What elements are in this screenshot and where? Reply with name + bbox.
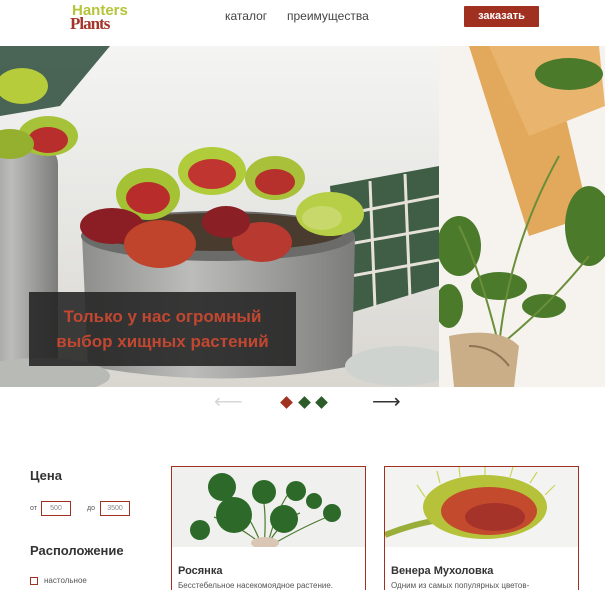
product-image [385,467,578,547]
slider-dot-1[interactable] [280,396,293,409]
price-from-input[interactable]: 500 [41,501,71,516]
hero-next-slide-image [439,46,605,387]
price-to-label: до [87,505,95,512]
price-filter-title: Цена [30,468,62,483]
nav-benefits[interactable]: преимущества [287,9,369,23]
price-to-input[interactable]: 3500 [100,501,130,516]
product-name: Росянка [178,565,223,577]
prev-arrow-icon[interactable]: ⟵ [214,392,243,412]
flytrap-image [385,467,578,547]
nav-catalog[interactable]: каталог [225,9,267,23]
hero-slider: Только у нас огромный выбор хищных расте… [0,46,605,387]
location-option-label: настольное [44,576,87,585]
product-card[interactable]: Росянка Бесстебельное насекомоядное раст… [171,466,366,590]
slider-dot-2[interactable] [298,396,311,409]
product-name: Венера Мухоловка [391,565,494,577]
next-arrow-icon[interactable]: ⟶ [372,392,401,412]
hero-caption-text: Только у нас огромный выбор хищных расте… [56,307,269,351]
header: Hanters Plants каталог преимущества зака… [0,0,605,46]
logo[interactable]: Hanters Plants [70,2,134,33]
product-card[interactable]: Венера Мухоловка Одним из самых популярн… [384,466,579,590]
pilea-plant-image [172,467,365,547]
slider-dot-3[interactable] [315,396,328,409]
logo-bottom-text: Plants [70,14,110,33]
location-checkbox[interactable] [30,577,38,585]
price-from-label: от [30,505,37,512]
location-filter-title: Расположение [30,543,124,558]
hero-caption: Только у нас огромный выбор хищных расте… [29,292,296,366]
product-description: Бесстебельное насекомоядное растение. [178,581,334,590]
slider-controls: ⟵ ⟶ [0,390,605,418]
houseplant-illustration [439,46,605,387]
product-description: Одним из самых популярных цветов- [391,581,530,590]
product-image [172,467,365,547]
order-button[interactable]: заказать [464,6,539,27]
